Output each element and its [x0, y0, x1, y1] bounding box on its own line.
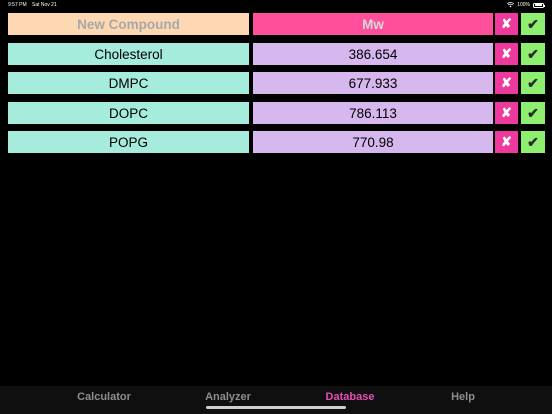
- tab-help[interactable]: Help: [413, 390, 513, 404]
- compound-row: Cholesterol 386.654 ✘ ✔: [8, 43, 545, 65]
- save-compound-button[interactable]: ✔: [521, 72, 545, 94]
- save-compound-button[interactable]: ✔: [521, 131, 545, 153]
- new-compound-row: New Compound Mw ✘ ✔: [8, 13, 545, 35]
- status-time: 9:57 PM: [8, 2, 27, 8]
- tab-bar: Calculator Analyzer Database Help: [0, 386, 552, 414]
- compound-mw-field[interactable]: 386.654: [253, 43, 493, 65]
- add-compound-button[interactable]: ✔: [521, 13, 545, 35]
- save-compound-button[interactable]: ✔: [521, 102, 545, 124]
- confirm-icon: ✔: [527, 15, 539, 32]
- confirm-icon: ✔: [527, 74, 539, 91]
- status-bar: 9:57 PM Sat Nov 21 100%: [0, 0, 552, 10]
- compound-name-field[interactable]: Cholesterol: [8, 43, 249, 65]
- home-indicator[interactable]: [206, 406, 346, 409]
- delete-compound-button[interactable]: ✘: [495, 102, 518, 124]
- battery-icon: [533, 2, 545, 8]
- mw-placeholder: Mw: [362, 16, 384, 32]
- compound-name-field[interactable]: DMPC: [8, 72, 249, 94]
- compound-row: DMPC 677.933 ✘ ✔: [8, 72, 545, 94]
- compound-mw-field[interactable]: 770.98: [253, 131, 493, 153]
- tab-database[interactable]: Database: [300, 390, 400, 404]
- delete-icon: ✘: [501, 16, 512, 31]
- compound-name-field[interactable]: DOPC: [8, 102, 249, 124]
- name-placeholder: New Compound: [77, 16, 180, 32]
- tab-calculator[interactable]: Calculator: [54, 390, 154, 404]
- delete-compound-button[interactable]: ✘: [495, 131, 518, 153]
- compound-name-field[interactable]: POPG: [8, 131, 249, 153]
- confirm-icon: ✔: [527, 133, 539, 150]
- new-compound-name-input[interactable]: New Compound: [8, 13, 249, 35]
- confirm-icon: ✔: [527, 104, 539, 121]
- save-compound-button[interactable]: ✔: [521, 43, 545, 65]
- clear-new-button[interactable]: ✘: [495, 13, 518, 35]
- delete-compound-button[interactable]: ✘: [495, 72, 518, 94]
- confirm-icon: ✔: [527, 45, 539, 62]
- wifi-icon: [507, 2, 515, 8]
- compound-mw-field[interactable]: 677.933: [253, 72, 493, 94]
- compound-row: POPG 770.98 ✘ ✔: [8, 131, 545, 153]
- app-window: 9:57 PM Sat Nov 21 100% New Compound Mw …: [0, 0, 552, 414]
- tab-analyzer[interactable]: Analyzer: [178, 390, 278, 404]
- delete-icon: ✘: [501, 105, 512, 120]
- status-right: 100%: [507, 0, 545, 10]
- battery-percent: 100%: [517, 2, 530, 8]
- status-date: Sat Nov 21: [32, 2, 57, 8]
- delete-icon: ✘: [501, 134, 512, 149]
- delete-compound-button[interactable]: ✘: [495, 43, 518, 65]
- new-compound-mw-input[interactable]: Mw: [253, 13, 493, 35]
- delete-icon: ✘: [501, 75, 512, 90]
- delete-icon: ✘: [501, 46, 512, 61]
- compound-mw-field[interactable]: 786.113: [253, 102, 493, 124]
- compound-row: DOPC 786.113 ✘ ✔: [8, 102, 545, 124]
